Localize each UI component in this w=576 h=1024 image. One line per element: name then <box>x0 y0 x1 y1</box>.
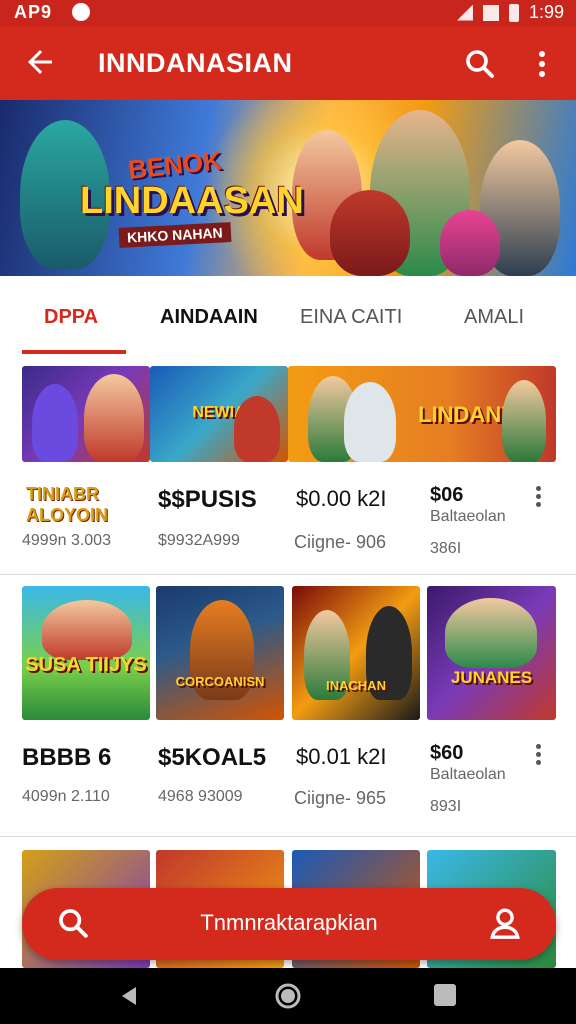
thumb-label: JUNANES <box>450 668 533 687</box>
thumb-label: CORCOANISN <box>175 674 265 689</box>
thumb-character <box>84 374 144 462</box>
item-price[interactable]: $$PUSIS <box>158 486 257 514</box>
status-carrier: AP9 <box>14 2 53 22</box>
thumb-character <box>42 600 132 660</box>
battery-icon <box>508 3 519 22</box>
tab-indicator <box>22 350 126 354</box>
status-time: 1:99 <box>528 2 564 22</box>
nav-back-icon[interactable] <box>118 984 142 1008</box>
thumb-character <box>502 380 546 462</box>
status-bar: AP9 1:99 <box>0 0 576 26</box>
item-subtitle: Ciigne- 965 <box>294 788 387 808</box>
tab-aindaain[interactable]: AINDAAIN <box>160 306 258 329</box>
app-bar: INNDANASIAN <box>0 26 576 100</box>
game-thumb[interactable]: NEWIA <box>150 366 288 462</box>
arrow-left-icon[interactable] <box>22 44 58 80</box>
tab-amali[interactable]: AMALI <box>464 306 524 329</box>
hero-banner[interactable]: BENOK LINDAASAN KHKO NAHAN <box>0 100 576 276</box>
item-price[interactable]: BBBB 6 <box>22 744 111 772</box>
bottom-action-bar[interactable]: Tnmnraktarapkian <box>22 888 556 960</box>
thumb-label: INACHAN <box>326 678 386 693</box>
banner-character-pink <box>440 210 500 276</box>
banner-character-kid <box>330 190 410 276</box>
tab-eina-caiti[interactable]: EINA CAITI <box>300 306 402 329</box>
banner-logo: BENOK LINDAASAN KHKO NAHAN <box>80 145 304 248</box>
item-subtitle: $9932A999 <box>158 532 240 549</box>
item-subtitle: 4999n 3.003 <box>22 532 111 549</box>
sim-icon <box>482 4 499 21</box>
game-thumb[interactable]: CORCOANISN <box>156 586 284 720</box>
game-thumb[interactable]: JUNANES <box>427 586 556 720</box>
game-thumb[interactable]: SUSA TIIJYS <box>22 586 150 720</box>
page-title: INNDANASIAN <box>98 48 293 78</box>
game-thumb[interactable] <box>22 366 150 462</box>
nav-recents-icon[interactable] <box>434 984 456 1006</box>
tab-dppa[interactable]: DPPA <box>44 306 98 329</box>
status-icons: 1:99 <box>456 2 564 23</box>
search-icon[interactable] <box>462 46 498 82</box>
item-price[interactable]: $06 <box>430 484 463 507</box>
tab-bar: DPPA AINDAAIN EINA CAITI AMALI <box>0 276 576 356</box>
banner-line3: KHKO NAHAN <box>118 222 232 248</box>
divider <box>0 574 576 575</box>
item-price[interactable]: $60 <box>430 742 463 765</box>
item-subtitle: Baltaeolan <box>430 508 506 525</box>
item-price[interactable]: $5KOAL5 <box>158 744 266 772</box>
item-count: 386I <box>430 540 462 557</box>
item-count: 893I <box>430 798 462 815</box>
more-vert-icon[interactable] <box>536 486 542 510</box>
nav-home-icon[interactable] <box>274 982 302 1010</box>
more-vert-icon[interactable] <box>536 744 542 768</box>
thumb-character <box>445 598 537 668</box>
item-price[interactable]: $0.01 k2I <box>296 744 387 770</box>
item-subtitle: Baltaeolan <box>430 766 506 783</box>
thumb-label: SUSA TIIJYS <box>25 654 147 676</box>
game-thumb[interactable]: LINDANY <box>288 366 556 462</box>
bottom-action-label[interactable]: Tnmnraktarapkian <box>22 910 556 936</box>
system-nav-bar <box>0 968 576 1024</box>
user-icon[interactable] <box>488 906 522 940</box>
thumb-character <box>234 396 280 462</box>
more-vert-icon[interactable] <box>530 46 554 82</box>
item-title[interactable]: TINIABR ALOYOIN <box>26 484 136 526</box>
game-thumb[interactable]: INACHAN <box>292 586 420 720</box>
notification-icon <box>72 3 90 21</box>
item-subtitle: 4968 93009 <box>158 788 243 805</box>
divider <box>0 836 576 837</box>
item-subtitle: Ciigne- 906 <box>294 532 387 552</box>
item-subtitle: 4099n 2.110 <box>22 788 110 805</box>
thumb-character <box>32 384 78 462</box>
item-price[interactable]: $0.00 k2I <box>296 486 387 512</box>
signal-icon <box>456 4 473 21</box>
